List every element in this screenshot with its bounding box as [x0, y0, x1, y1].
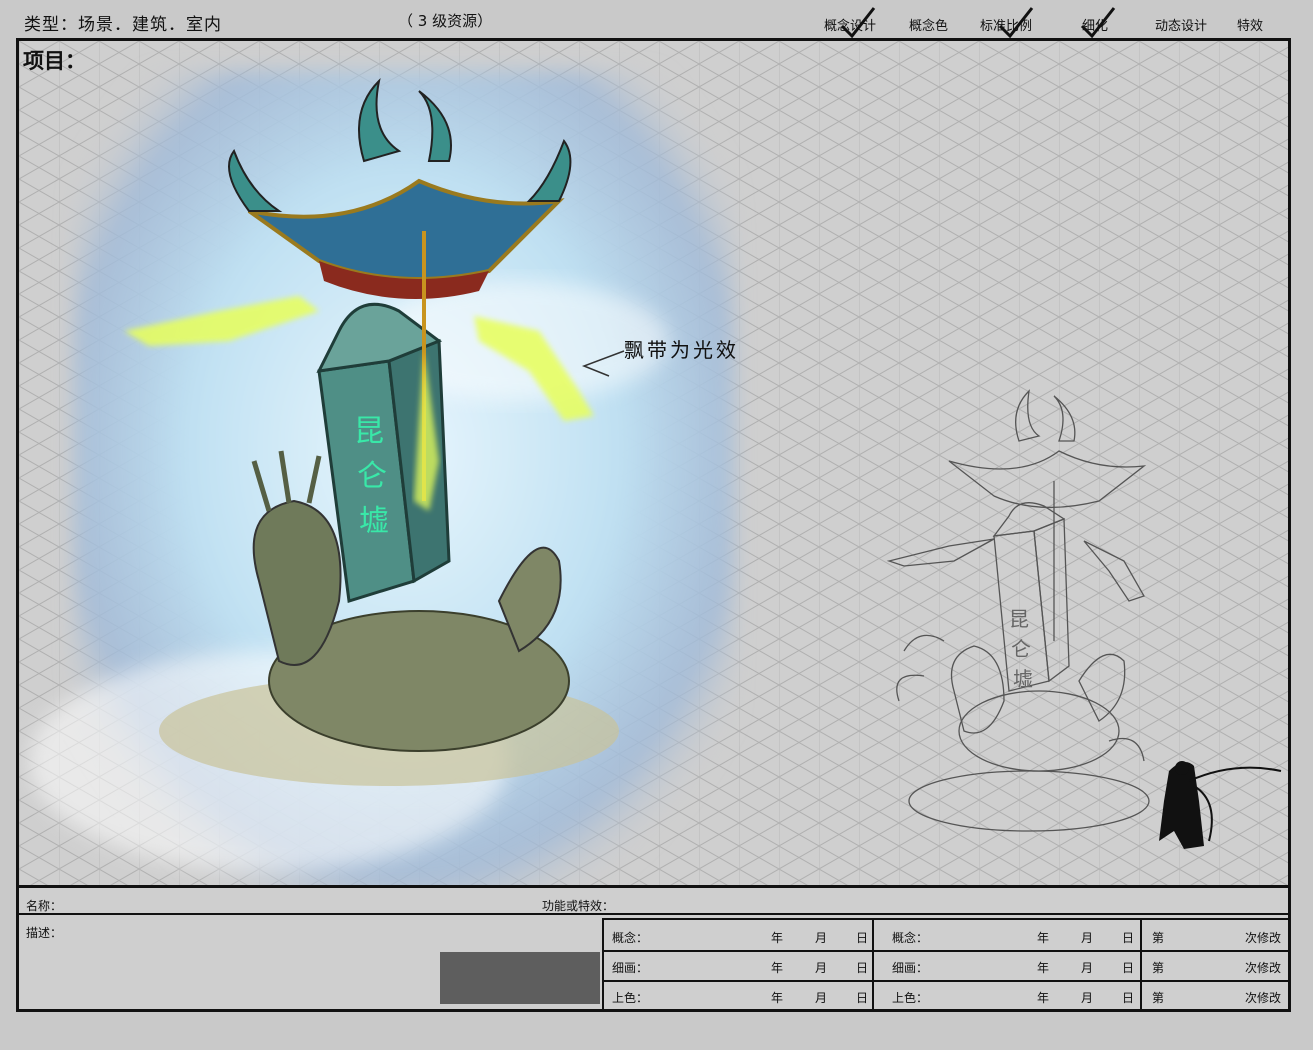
revision-suffix: 次修改 — [1245, 991, 1282, 1005]
day-label: 日 — [1122, 961, 1135, 975]
day-label: 日 — [1122, 931, 1135, 945]
schedule-a-concept-label: 概念： — [612, 931, 649, 945]
lineart-glyph: 墟 — [1013, 667, 1033, 691]
revision-prefix: 第 — [1152, 991, 1165, 1005]
lineart-glyph: 仑 — [1011, 637, 1031, 661]
year-label: 年 — [1037, 961, 1050, 975]
revision-suffix: 次修改 — [1245, 961, 1282, 975]
form-divider — [602, 950, 1291, 952]
day-label: 日 — [1122, 991, 1135, 1005]
revision-suffix: 次修改 — [1245, 931, 1282, 945]
check-icon — [998, 7, 1034, 39]
year-label: 年 — [771, 931, 784, 945]
schedule-b-concept-label: 概念： — [892, 931, 929, 945]
year-label: 年 — [1037, 931, 1050, 945]
check-icon — [1080, 7, 1116, 39]
lineart-glyph: 昆 — [1009, 607, 1029, 631]
stele-glyph: 仑 — [357, 459, 387, 494]
revision-prefix: 第 — [1152, 931, 1165, 945]
form-divider — [602, 980, 1291, 982]
year-label: 年 — [771, 991, 784, 1005]
isometric-grid: 昆 仑 墟 昆 仑 墟 — [19, 41, 1288, 885]
stele-glyph: 昆 — [354, 414, 384, 449]
stele-glyph: 墟 — [359, 504, 389, 539]
stage-motion-design: 动态设计 — [1155, 19, 1208, 34]
form-divider — [1140, 918, 1142, 1010]
schedule-a-color-label: 上色： — [612, 991, 649, 1005]
project-label: 项目： — [23, 49, 86, 73]
name-field-label: 名称： — [26, 899, 63, 913]
asset-type-label: 类型：场景．建筑．室内 — [24, 15, 222, 35]
form-divider — [16, 913, 1291, 915]
ribbon-effect-annotation: 飘带为光效 — [624, 338, 739, 362]
month-label: 月 — [815, 961, 828, 975]
schedule-b-color-label: 上色： — [892, 991, 929, 1005]
month-label: 月 — [1081, 961, 1094, 975]
revision-prefix: 第 — [1152, 961, 1165, 975]
day-label: 日 — [856, 961, 869, 975]
month-label: 月 — [815, 991, 828, 1005]
month-label: 月 — [1081, 931, 1094, 945]
stage-effects: 特效 — [1237, 19, 1264, 34]
year-label: 年 — [771, 961, 784, 975]
year-label: 年 — [1037, 991, 1050, 1005]
form-divider — [872, 918, 874, 1010]
schedule-b-sketch-label: 细画： — [892, 961, 929, 975]
schedule-a-sketch-label: 细画： — [612, 961, 649, 975]
artwork-frame: 昆 仑 墟 昆 仑 墟 — [16, 38, 1291, 888]
month-label: 月 — [1081, 991, 1094, 1005]
description-field-label: 描述： — [26, 926, 63, 940]
stage-concept-color: 概念色 — [909, 19, 949, 34]
color-block — [440, 952, 600, 1004]
form-divider — [602, 918, 1291, 920]
check-icon — [840, 7, 876, 39]
resource-level-label: （ 3 级资源） — [398, 12, 493, 30]
function-field-label: 功能或特效： — [542, 899, 615, 913]
day-label: 日 — [856, 991, 869, 1005]
month-label: 月 — [815, 931, 828, 945]
day-label: 日 — [856, 931, 869, 945]
form-divider — [602, 918, 604, 1010]
